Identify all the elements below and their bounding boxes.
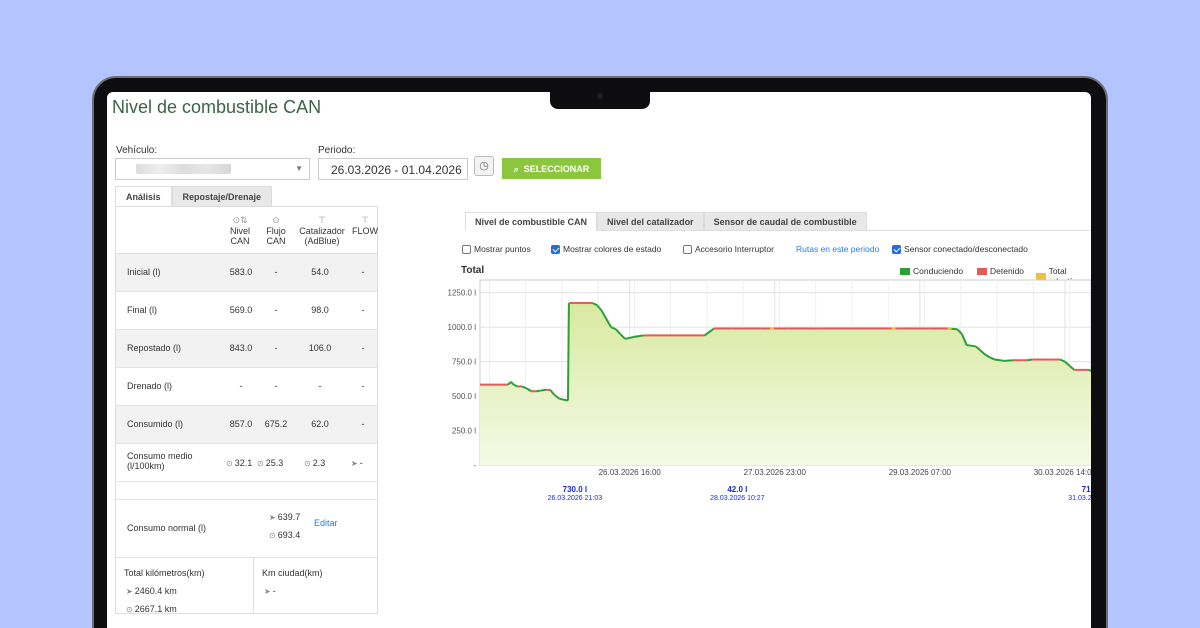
series-segment-driving — [566, 303, 570, 401]
annotation-time: 26.03.2026 21:03 — [548, 495, 603, 502]
y-tick-label: 1000.0 l — [448, 323, 477, 332]
series-segment-driving — [540, 388, 546, 392]
x-tick-label: 26.03.2026 16:00 — [599, 468, 662, 477]
y-tick-label: 750.0 l — [452, 358, 476, 367]
series-segment-driving — [1003, 359, 1014, 362]
camera-icon — [597, 93, 603, 99]
annotation-value: 730.0 l — [563, 485, 587, 494]
series-segment-driving — [966, 344, 977, 348]
annotation-time: 28.03.2026 10:27 — [710, 495, 765, 502]
annotation-time: 31.03.2026 10: — [1068, 495, 1091, 502]
annotation-value: 71.0 l — [1082, 485, 1091, 494]
annotation-value: 42.0 l — [727, 485, 747, 494]
series-segment-driving — [536, 389, 541, 393]
series-segment-driving — [994, 358, 1005, 362]
x-tick-label: 29.03.2026 07:00 — [889, 468, 952, 477]
x-tick-label: 30.03.2026 14:00 — [1034, 468, 1091, 477]
y-tick-label: 1250.0 l — [448, 289, 477, 298]
series-segment-driving — [1027, 358, 1033, 362]
fuel-chart[interactable]: 1250.0 l 1000.0 l 750.0 l 500.0 l 250.0 l - 26… — [107, 92, 1091, 628]
y-tick-label: 250.0 l — [452, 427, 476, 436]
series-segment-driving — [634, 334, 644, 338]
app-window: Nivel de combustible CAN Vehículo: ▼ Per… — [107, 92, 1091, 628]
y-tick-label: 500.0 l — [452, 392, 476, 401]
x-tick-label: 27.03.2026 23:00 — [744, 468, 807, 477]
y-tick-label: - — [473, 461, 476, 470]
